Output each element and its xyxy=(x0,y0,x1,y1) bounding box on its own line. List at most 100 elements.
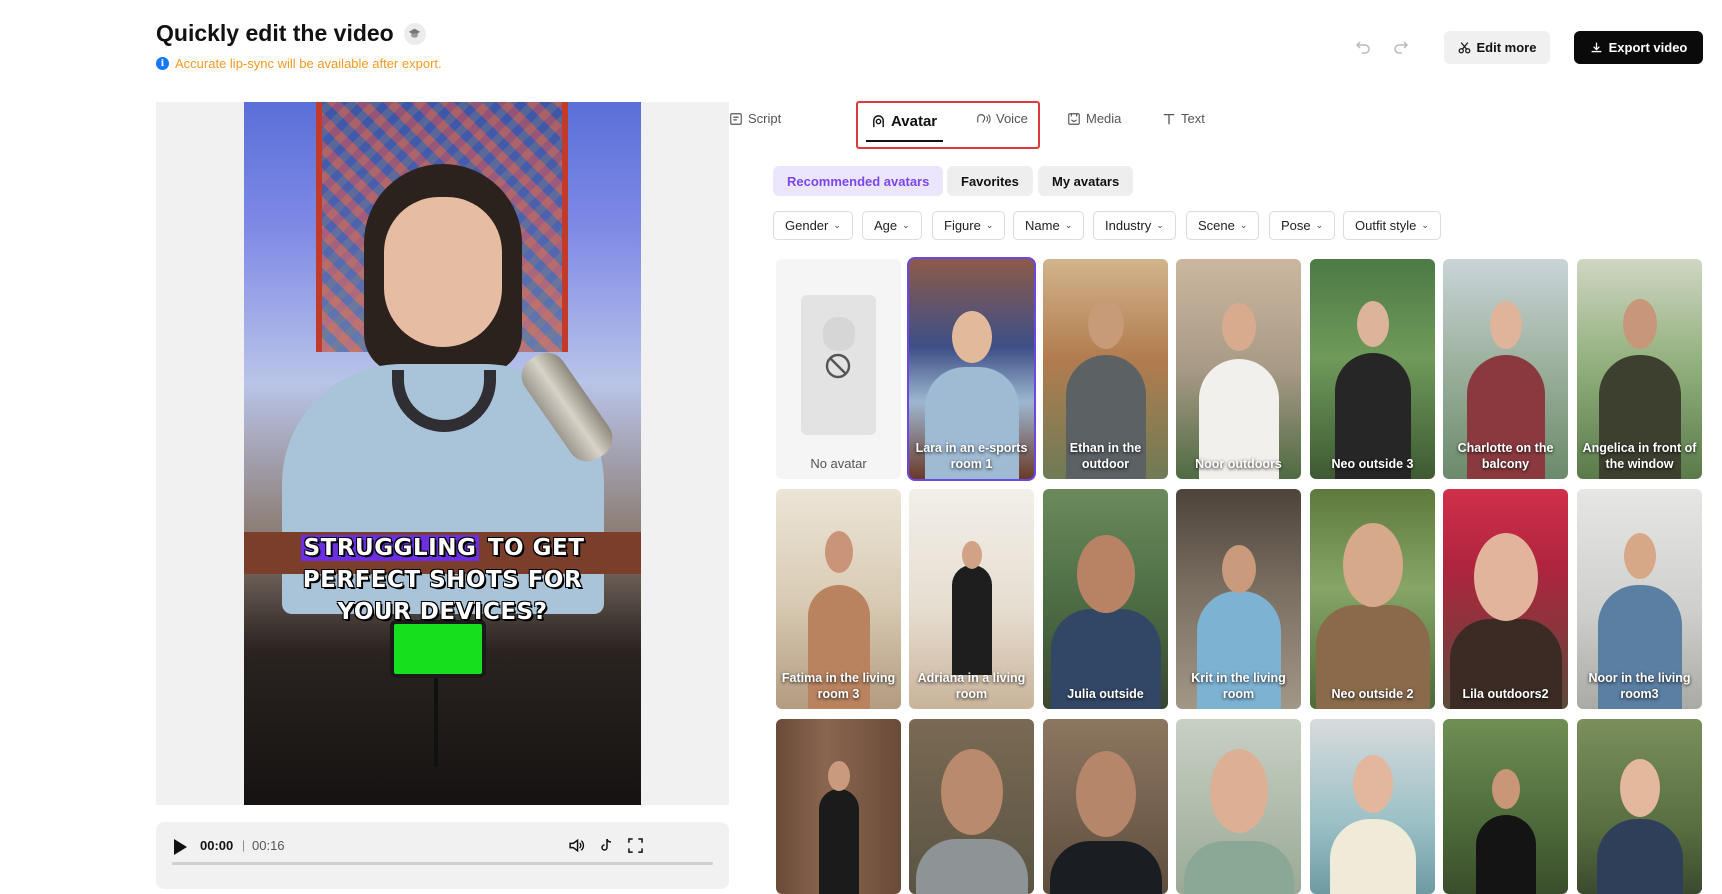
avatar-face xyxy=(961,541,982,569)
avatar-card-label: Lara in an e-sports room 1 xyxy=(915,441,1028,471)
progress-bar[interactable] xyxy=(172,862,713,865)
history-controls xyxy=(1355,38,1409,59)
avatar-card[interactable]: Neo outside 2 xyxy=(1310,489,1435,709)
edit-more-button[interactable]: Edit more xyxy=(1444,31,1550,64)
time-separator: | xyxy=(242,838,246,852)
filter-gender[interactable]: Gender ⌄ xyxy=(773,211,853,240)
filter-industry-label: Industry xyxy=(1105,218,1152,233)
avatar-card[interactable] xyxy=(1443,719,1568,894)
filter-name[interactable]: Name ⌄ xyxy=(1013,211,1085,240)
avatar-face xyxy=(1075,751,1136,837)
chevron-down-icon: ⌄ xyxy=(1239,220,1248,230)
avatar-card-label: Neo outside 3 xyxy=(1331,457,1414,471)
text-icon xyxy=(1163,113,1175,124)
avatar-face xyxy=(1623,533,1656,579)
avatar-card-label: Neo outside 2 xyxy=(1331,687,1414,701)
filter-figure-label: Figure xyxy=(944,218,981,233)
video-preview-panel: STRUGGLING TO GET PERFECT SHOTS FOR YOUR… xyxy=(156,102,729,805)
filter-pose[interactable]: Pose ⌄ xyxy=(1269,211,1336,240)
avatar-card[interactable]: Adriana in a living room xyxy=(909,489,1034,709)
person-silhouette-icon xyxy=(823,317,855,351)
category-recommended[interactable]: Recommended avatars xyxy=(773,166,944,196)
avatar-card[interactable]: Angelica in front of the window xyxy=(1577,259,1702,479)
tab-avatar[interactable]: Avatar xyxy=(871,113,937,130)
avatar-face xyxy=(1491,769,1520,809)
tab-script-label: Script xyxy=(748,111,782,126)
undo-icon[interactable] xyxy=(1355,38,1371,59)
avatar-face xyxy=(1087,299,1124,349)
avatar-card-label: Charlotte on the balcony xyxy=(1457,441,1554,471)
filter-age-label: Age xyxy=(874,218,898,233)
avatar-card[interactable] xyxy=(776,719,901,894)
avatar-card[interactable]: Lila outdoors2 xyxy=(1443,489,1568,709)
redo-icon[interactable] xyxy=(1393,38,1409,59)
avatar-card[interactable] xyxy=(1310,719,1435,894)
filter-scene[interactable]: Scene ⌄ xyxy=(1186,211,1260,240)
avatar-icon xyxy=(873,115,884,128)
chevron-down-icon: ⌄ xyxy=(1156,220,1164,230)
avatar-card-none[interactable]: No avatar xyxy=(776,259,901,479)
ban-icon xyxy=(825,353,851,379)
chevron-down-icon: ⌄ xyxy=(833,220,841,230)
avatar-card[interactable] xyxy=(1577,719,1702,894)
chevron-down-icon: ⌄ xyxy=(1064,220,1073,230)
tab-media-label: Media xyxy=(1086,111,1122,126)
avatar-card[interactable]: Julia outside xyxy=(1043,489,1168,709)
filter-figure[interactable]: Figure ⌄ xyxy=(932,211,1006,240)
current-time: 00:00 xyxy=(200,838,234,853)
avatar-card[interactable] xyxy=(1176,719,1301,894)
avatar-face xyxy=(1221,303,1256,351)
download-icon xyxy=(1591,42,1601,53)
avatar-face xyxy=(1489,301,1522,349)
caption-line3: YOUR DEVICES? xyxy=(337,599,548,625)
avatar-card[interactable]: Noor in the living room3 xyxy=(1577,489,1702,709)
avatar-figure xyxy=(818,789,859,894)
category-my-avatars[interactable]: My avatars xyxy=(1038,166,1134,196)
category-favorites[interactable]: Favorites xyxy=(947,166,1033,196)
avatar-card[interactable]: Charlotte on the balcony xyxy=(1443,259,1568,479)
avatar-card[interactable]: Ethan in the outdoor xyxy=(1043,259,1168,479)
volume-icon[interactable] xyxy=(566,835,586,855)
tab-text[interactable]: Text xyxy=(1162,111,1205,126)
avatar-card[interactable] xyxy=(1043,719,1168,894)
avatar-figure xyxy=(951,565,992,675)
avatar-face xyxy=(824,531,853,573)
lip-sync-notice: i Accurate lip-sync will be available af… xyxy=(156,56,442,71)
avatar-card[interactable]: Noor outdoors xyxy=(1176,259,1301,479)
tab-media[interactable]: Media xyxy=(1067,111,1121,126)
export-video-button[interactable]: Export video xyxy=(1574,31,1703,64)
export-video-label: Export video xyxy=(1608,40,1688,55)
avatar-figure xyxy=(1596,819,1683,894)
tiktok-icon[interactable] xyxy=(596,835,616,855)
avatar-card[interactable]: Neo outside 3 xyxy=(1310,259,1435,479)
avatar-face xyxy=(1619,759,1660,817)
video-frame[interactable]: STRUGGLING TO GET PERFECT SHOTS FOR YOUR… xyxy=(244,102,641,805)
caption-line1-rest: TO GET xyxy=(487,535,585,561)
filter-outfit-style[interactable]: Outfit style ⌄ xyxy=(1343,211,1441,240)
presenter-face xyxy=(384,197,502,347)
avatar-figure xyxy=(1329,819,1416,894)
fullscreen-icon[interactable] xyxy=(625,835,645,855)
tab-script[interactable]: Script xyxy=(729,111,781,126)
graduation-cap-icon[interactable] xyxy=(403,22,426,45)
green-screen-phone-image xyxy=(390,620,486,678)
tab-voice[interactable]: Voice xyxy=(975,111,1028,126)
tab-avatar-label: Avatar xyxy=(891,113,938,130)
chevron-down-icon: ⌄ xyxy=(985,220,994,230)
filter-gender-label: Gender xyxy=(785,218,829,233)
filter-age[interactable]: Age ⌄ xyxy=(862,211,922,240)
avatar-card[interactable]: Krit in the living room xyxy=(1176,489,1301,709)
avatar-face xyxy=(827,761,850,791)
filter-name-label: Name xyxy=(1025,218,1060,233)
avatar-card[interactable]: Fatima in the living room 3 xyxy=(776,489,901,709)
avatar-face xyxy=(1473,533,1538,621)
play-icon[interactable] xyxy=(174,839,187,855)
tab-voice-label: Voice xyxy=(996,111,1028,126)
avatar-card[interactable] xyxy=(909,719,1034,894)
total-time: 00:16 xyxy=(252,838,285,853)
filter-industry[interactable]: Industry ⌄ xyxy=(1093,211,1176,240)
avatar-card-label: Julia outside xyxy=(1067,687,1144,701)
avatar-card[interactable]: Lara in an e-sports room 1 xyxy=(907,257,1036,481)
tab-avatar-underline xyxy=(866,140,943,142)
avatar-face xyxy=(940,749,1003,835)
